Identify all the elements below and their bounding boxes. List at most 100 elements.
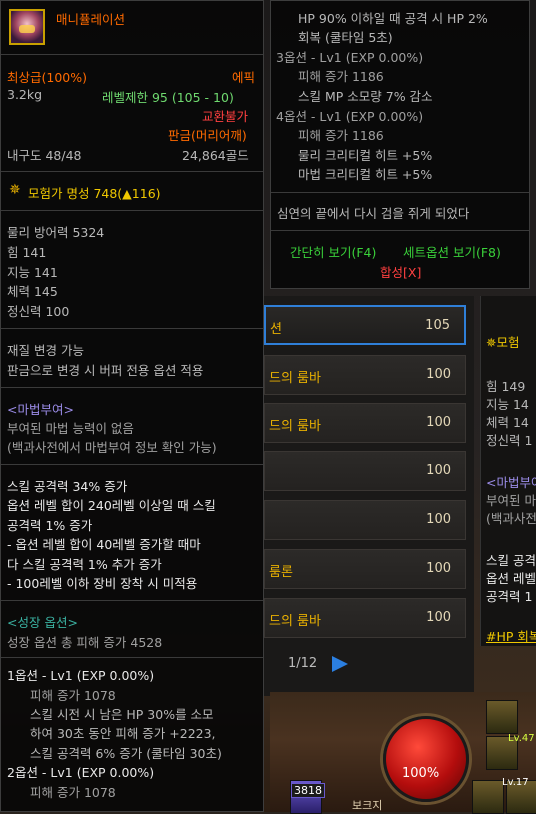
option2-header: 2옵션 - Lv1 (EXP 0.00%) xyxy=(7,765,155,780)
skill-slot[interactable] xyxy=(472,780,504,814)
divider xyxy=(1,328,263,329)
hp-recovery-line: HP 90% 이하일 때 공격 시 HP 2% xyxy=(298,11,488,26)
option1-line: 하여 30초 동안 피해 증가 +2223, xyxy=(30,726,216,741)
compare-skill-line: 공격력 1 xyxy=(486,589,533,604)
compare-fame: ✵모험 xyxy=(486,335,520,350)
option1-line: 스킬 공격력 6% 증가 (쿨타임 30초) xyxy=(30,746,222,761)
stat-line: 정신력 100 xyxy=(7,304,70,319)
stat-line: 힘 141 xyxy=(7,245,47,260)
slot-level-label: Lv.17 xyxy=(502,777,529,788)
hp-orb xyxy=(383,716,469,802)
skill-option-line: 다 스킬 공격력 1% 추가 증가 xyxy=(7,557,162,572)
hp-orb-percent: 100% xyxy=(402,766,440,781)
list-row[interactable]: 룸론 100 xyxy=(264,549,466,589)
option1-line: 스킬 시전 시 남은 HP 30%를 소모 xyxy=(30,707,214,722)
material-change-line: 재질 변경 가능 xyxy=(7,343,84,358)
divider xyxy=(1,600,263,601)
divider xyxy=(271,192,529,193)
magic-enchant-line: 부여된 마법 능력이 없음 xyxy=(7,421,134,436)
skill-slot[interactable] xyxy=(486,700,518,734)
option4-line: 물리 크리티컬 히트 +5% xyxy=(298,148,433,163)
stat-line: 체력 145 xyxy=(7,284,58,299)
magic-enchant-line: (백과사전에서 마법부여 정보 확인 가능) xyxy=(7,440,217,455)
list-row-name: 드의 룸바 xyxy=(269,419,321,434)
growth-option-title: <성장 옵션> xyxy=(7,615,78,630)
option3-line: 피해 증가 1186 xyxy=(298,69,384,84)
skill-option-line: - 100레벨 이하 장비 장착 시 미적용 xyxy=(7,576,198,591)
item-icon xyxy=(9,9,45,45)
option3-line: 스킬 MP 소모량 7% 감소 xyxy=(298,89,433,104)
option1-header: 1옵션 - Lv1 (EXP 0.00%) xyxy=(7,668,155,683)
skill-option-line: - 옵션 레벨 합이 40레벨 증가할 때마 xyxy=(7,537,201,552)
hp-recovery-line: 회복 (쿨타임 5초) xyxy=(298,30,393,45)
list-row-value: 100 xyxy=(426,463,451,478)
compare-stat: 체력 14 xyxy=(486,415,529,430)
list-row-value: 100 xyxy=(426,367,451,382)
compare-enchant-title: <마법부여 xyxy=(486,475,536,490)
list-row[interactable]: 드의 룸바 100 xyxy=(264,355,466,395)
material-change-line: 판금으로 변경 시 버퍼 전용 옵션 적용 xyxy=(7,363,204,378)
stat-line: 지능 141 xyxy=(7,265,58,280)
list-row-name: 드의 룸바 xyxy=(269,371,321,386)
list-row-name: 룸론 xyxy=(269,565,293,580)
hud-bottom-text: 보크지 xyxy=(352,799,383,812)
fame-medal-icon: ✵ xyxy=(486,335,497,350)
armor-type: 판금(머리어깨) xyxy=(168,128,247,143)
divider xyxy=(1,387,263,388)
list-row-name: 션 xyxy=(270,322,282,337)
adventurer-fame: 모험가 명성 748(▲116) xyxy=(28,186,161,201)
skill-option-line: 스킬 공격력 34% 증가 xyxy=(7,479,128,494)
trade-status: 교환불가 xyxy=(202,109,249,124)
growth-total: 성장 옵션 총 피해 증가 4528 xyxy=(7,635,163,650)
simple-view-button[interactable]: 간단히 보기(F4) xyxy=(290,242,376,261)
divider xyxy=(1,210,263,211)
item-grade: 최상급(100%) xyxy=(7,70,87,85)
list-row-value: 100 xyxy=(426,561,451,576)
list-row[interactable]: 100 xyxy=(264,500,466,540)
page-indicator: 1/12 xyxy=(288,656,318,671)
flavor-text: 심연의 끝에서 다시 검을 쥐게 되었다 xyxy=(277,206,470,221)
list-row-value: 100 xyxy=(426,610,451,625)
item-price: 24,864골드 xyxy=(182,148,249,163)
compare-skill-line: 옵션 레벨 xyxy=(486,571,536,586)
list-row-value: 100 xyxy=(426,512,451,527)
option4-line: 피해 증가 1186 xyxy=(298,128,384,143)
compare-enchant-line: (백과사전 xyxy=(486,511,536,526)
stat-line: 물리 방어력 5324 xyxy=(7,225,105,240)
compare-stat: 힘 149 xyxy=(486,379,526,394)
synthesis-button[interactable]: 합성[X] xyxy=(380,262,421,281)
divider xyxy=(1,657,263,658)
option2-line: 피해 증가 1078 xyxy=(30,785,116,800)
level-limit: 레벨제한 95 (105 - 10) xyxy=(102,90,234,105)
compare-hp-tag[interactable]: #HP 회복 xyxy=(486,626,536,645)
list-row[interactable]: 션 105 xyxy=(264,305,466,345)
skill-option-line: 공격력 1% 증가 xyxy=(7,518,93,533)
list-row[interactable]: 100 xyxy=(264,451,466,491)
magic-enchant-title: <마법부여> xyxy=(7,402,74,417)
set-option-view-button[interactable]: 세트옵션 보기(F8) xyxy=(403,242,501,261)
divider xyxy=(1,464,263,465)
compare-stat: 정신력 1 xyxy=(486,433,533,448)
divider xyxy=(1,54,263,55)
quick-slot-count: 3818 xyxy=(291,783,325,798)
list-row-name: 드의 룸바 xyxy=(269,614,321,629)
slot-level-label: Lv.47 xyxy=(508,733,535,744)
item-name: 매니퓰레이션 xyxy=(56,12,126,27)
list-row-value: 100 xyxy=(426,415,451,430)
divider xyxy=(271,230,529,231)
compare-enchant-line: 부여된 마 xyxy=(486,493,536,508)
list-row[interactable]: 드의 룸바 100 xyxy=(264,403,466,443)
compare-stat: 지능 14 xyxy=(486,397,529,412)
pager-next-icon[interactable] xyxy=(332,656,348,672)
option4-header: 4옵션 - Lv1 (EXP 0.00%) xyxy=(276,109,424,124)
list-row-value: 105 xyxy=(425,318,450,333)
option4-line: 마법 크리티컬 히트 +5% xyxy=(298,167,433,182)
list-row[interactable]: 드의 룸바 100 xyxy=(264,598,466,638)
item-rarity: 에픽 xyxy=(232,70,256,85)
durability: 내구도 48/48 xyxy=(7,148,82,163)
option3-header: 3옵션 - Lv1 (EXP 0.00%) xyxy=(276,50,424,65)
option1-line: 피해 증가 1078 xyxy=(30,688,116,703)
fame-medal-icon: ✵ xyxy=(9,182,21,198)
skill-option-line: 옵션 레벨 합이 240레벨 이상일 때 스킬 xyxy=(7,498,216,513)
divider xyxy=(1,171,263,172)
